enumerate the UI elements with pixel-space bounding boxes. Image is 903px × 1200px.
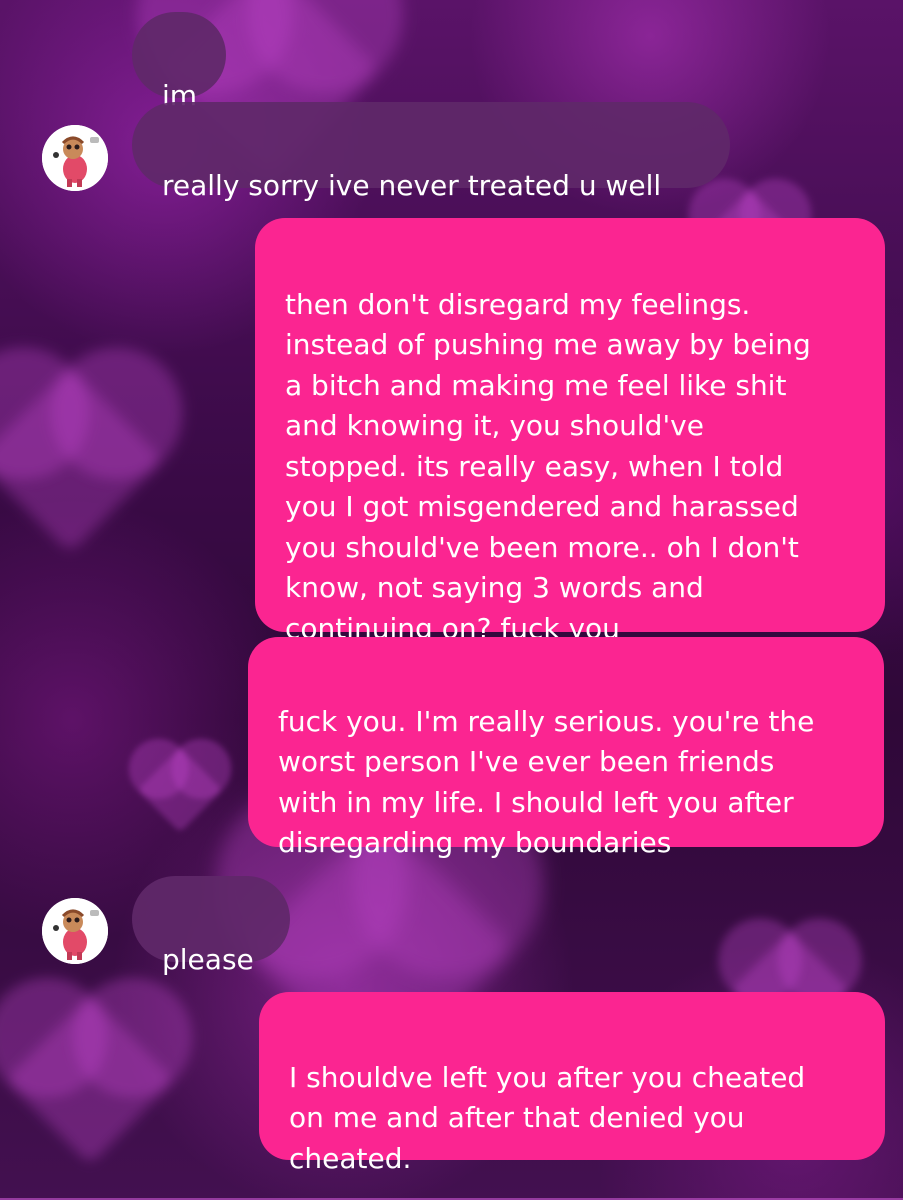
- message-text: really sorry ive never treated u well: [162, 168, 662, 202]
- message-bubble-incoming[interactable]: really sorry ive never treated u well: [132, 102, 730, 202]
- avatar-icon[interactable]: [42, 898, 108, 964]
- message-bubble-outgoing[interactable]: fuck you. I'm really serious. you're the…: [248, 637, 884, 859]
- message-bubble-incoming[interactable]: im: [132, 12, 226, 112]
- message-bubble-outgoing[interactable]: then don't disregard my feelings. instea…: [255, 218, 885, 645]
- message-bubble-incoming[interactable]: please: [132, 876, 290, 976]
- message-bubble-outgoing[interactable]: I shouldve left you after you cheated on…: [259, 992, 885, 1175]
- avatar-icon[interactable]: [42, 125, 108, 191]
- message-text: then don't disregard my feelings. instea…: [285, 287, 811, 645]
- message-text: please: [162, 942, 254, 976]
- message-text: fuck you. I'm really serious. you're the…: [278, 704, 815, 860]
- message-text: I shouldve left you after you cheated on…: [289, 1060, 806, 1175]
